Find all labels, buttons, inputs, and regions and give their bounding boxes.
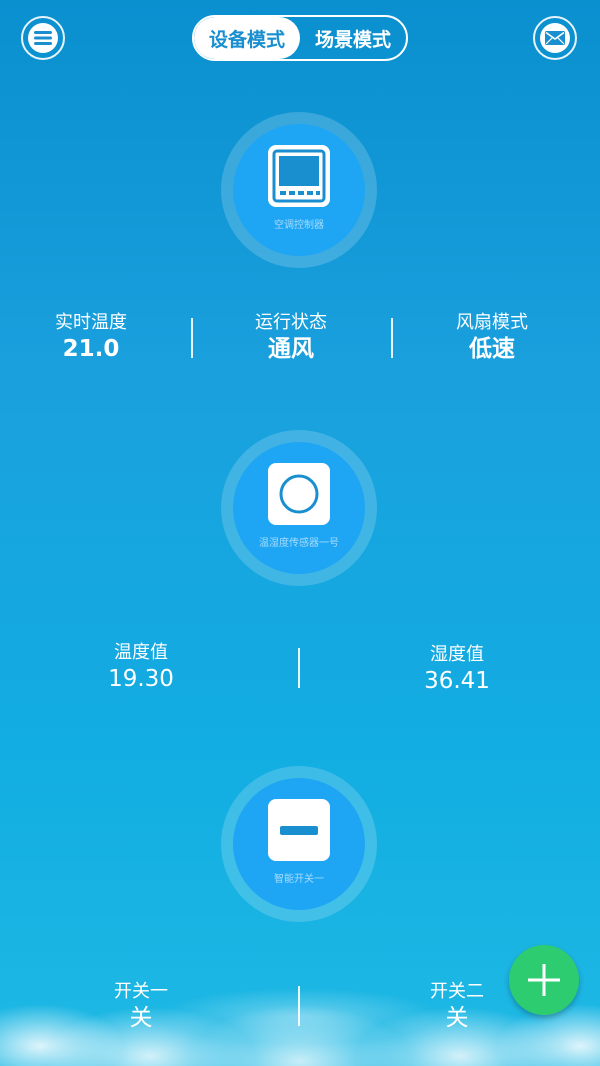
stat-value: 关 xyxy=(445,1005,469,1031)
stat-temperature: 温度值 19.30 xyxy=(66,642,216,694)
stat-label: 风扇模式 xyxy=(456,312,528,333)
divider xyxy=(298,986,300,1026)
stat-label: 实时温度 xyxy=(55,312,127,333)
stat-label: 运行状态 xyxy=(255,312,327,333)
plus-icon xyxy=(528,964,560,996)
device-smart-switch[interactable]: 智能开关一 xyxy=(221,766,377,922)
stat-value: 36.41 xyxy=(424,668,490,694)
stat-label: 温度值 xyxy=(114,642,168,663)
divider xyxy=(391,318,393,358)
add-button[interactable] xyxy=(509,945,579,1015)
mode-switch[interactable]: 设备模式 场景模式 xyxy=(192,15,408,61)
stat-value: 通风 xyxy=(268,336,314,362)
thermostat-panel-icon xyxy=(268,145,330,207)
stat-realtime-temp: 实时温度 21.0 xyxy=(16,312,166,364)
menu-button[interactable] xyxy=(21,16,65,60)
mail-button[interactable] xyxy=(533,16,577,60)
stat-switch-one: 开关一 关 xyxy=(66,981,216,1033)
device-label: 智能开关一 xyxy=(274,874,324,885)
menu-icon xyxy=(28,23,58,53)
stat-label: 湿度值 xyxy=(430,644,484,665)
stat-fan-mode: 风扇模式 低速 xyxy=(417,312,567,364)
stat-label: 开关一 xyxy=(114,981,168,1002)
divider xyxy=(191,318,193,358)
stat-value: 19.30 xyxy=(108,666,174,692)
stat-value: 关 xyxy=(129,1005,153,1031)
tab-device-mode[interactable]: 设备模式 xyxy=(194,17,300,59)
stat-value: 21.0 xyxy=(62,336,120,362)
device-label: 空调控制器 xyxy=(274,220,324,231)
stat-humidity: 湿度值 36.41 xyxy=(382,644,532,696)
tab-scene-mode[interactable]: 场景模式 xyxy=(300,17,406,59)
mail-icon xyxy=(540,23,570,53)
device-ac-controller[interactable]: 空调控制器 xyxy=(221,112,377,268)
sensor-circle-icon xyxy=(268,463,330,525)
switch-icon xyxy=(268,799,330,861)
stat-value: 低速 xyxy=(469,336,515,362)
divider xyxy=(298,648,300,688)
device-th-sensor[interactable]: 温湿度传感器一号 xyxy=(221,430,377,586)
device-label: 温湿度传感器一号 xyxy=(259,538,339,549)
stat-run-state: 运行状态 通风 xyxy=(216,312,366,364)
